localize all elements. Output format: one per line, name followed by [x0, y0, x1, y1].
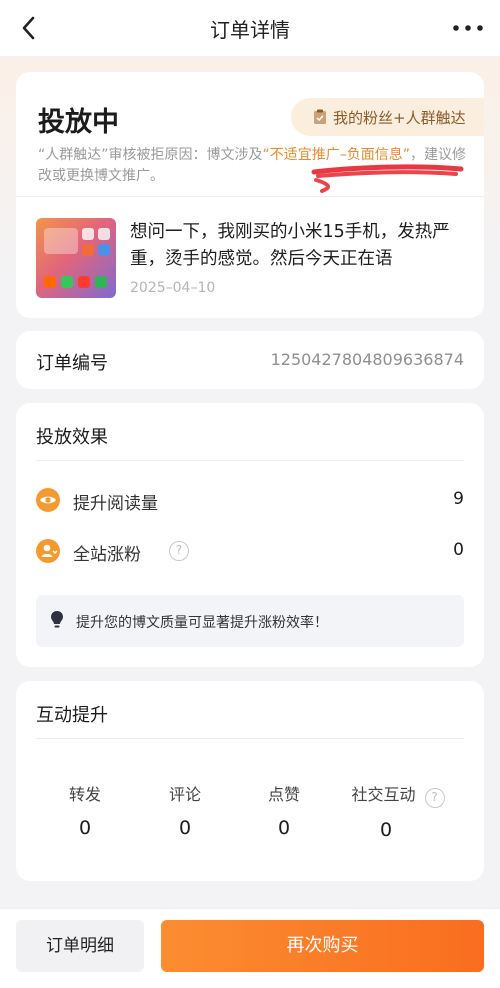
divider — [36, 738, 464, 739]
order-detail-button[interactable]: 订单明细 — [16, 920, 144, 972]
metric-row-fans: 全站涨粉 ? 0 — [36, 537, 464, 567]
status-title: 投放中 — [38, 107, 119, 138]
order-number-value: 1250427804809636874 — [270, 350, 464, 369]
tip-box: 提升您的博文质量可显著提升涨粉效率！ — [36, 595, 464, 647]
help-icon[interactable]: ? — [169, 541, 189, 561]
red-scribble-mark — [311, 164, 464, 193]
user-plus-icon — [36, 539, 60, 563]
more-dots-icon[interactable] — [448, 8, 488, 48]
target-audience-label: 我的粉丝+人群触达 — [333, 108, 466, 127]
order-number-card: 订单编号 1250427804809636874 — [16, 331, 484, 389]
stat-label: 评论 — [168, 785, 201, 804]
interaction-title: 互动提升 — [36, 705, 108, 726]
back-arrow-icon[interactable] — [10, 8, 50, 48]
stat-reposts: 转发 0 — [30, 781, 140, 839]
reject-reason-prefix: “人群触达”审核被拒原因：博文涉及 — [38, 147, 263, 163]
stat-label: 社交互动 ? — [326, 781, 470, 808]
metric-label: 全站涨粉 — [73, 545, 141, 565]
eye-icon — [36, 488, 60, 512]
divider — [36, 460, 464, 461]
target-audience-pill: 我的粉丝+人群触达 — [291, 98, 484, 136]
metric-value: 0 — [453, 540, 464, 560]
metric-value: 9 — [453, 489, 464, 509]
post-content[interactable]: 想问一下，我刚买的小米15手机，发热严重，烫手的感觉。然后今天正在语 — [130, 219, 470, 273]
stat-comments: 评论 0 — [130, 781, 240, 839]
bottom-action-bar: 订单明细 再次购买 — [0, 908, 500, 988]
post-thumbnail[interactable] — [36, 218, 116, 298]
help-icon[interactable]: ? — [424, 788, 445, 808]
clipboard-icon — [314, 109, 326, 124]
stat-social: 社交互动 ? 0 — [326, 781, 470, 841]
post-date: 2025–04–10 — [130, 280, 216, 296]
buy-again-button[interactable]: 再次购买 — [161, 920, 484, 972]
status-card: 投放中 我的粉丝+人群触达 “人群触达”审核被拒原因：博文涉及“不适宜推广–负面… — [16, 72, 484, 318]
effect-card: 投放效果 提升阅读量 9 全站涨粉 ? 0 提升您的博文质量可显著提升涨粉效率！ — [16, 403, 484, 667]
metric-row-reads: 提升阅读量 9 — [36, 486, 464, 516]
lightbulb-icon — [51, 611, 63, 628]
order-number-label: 订单编号 — [36, 353, 108, 374]
metric-label: 提升阅读量 — [73, 494, 158, 514]
stat-label-text: 社交互动 — [351, 785, 416, 804]
stat-label: 转发 — [68, 785, 101, 804]
interaction-card: 互动提升 转发 0 评论 0 点赞 0 社交互动 ? 0 — [16, 681, 484, 881]
nav-header: 订单详情 — [0, 0, 500, 56]
page-title: 订单详情 — [210, 17, 290, 42]
stat-value: 0 — [379, 819, 393, 841]
tip-text: 提升您的博文质量可显著提升涨粉效率！ — [76, 615, 328, 631]
stat-label: 点赞 — [267, 785, 300, 804]
divider — [16, 196, 484, 197]
stat-value: 0 — [178, 817, 192, 839]
effect-title: 投放效果 — [36, 427, 108, 448]
stat-value: 0 — [78, 817, 92, 839]
